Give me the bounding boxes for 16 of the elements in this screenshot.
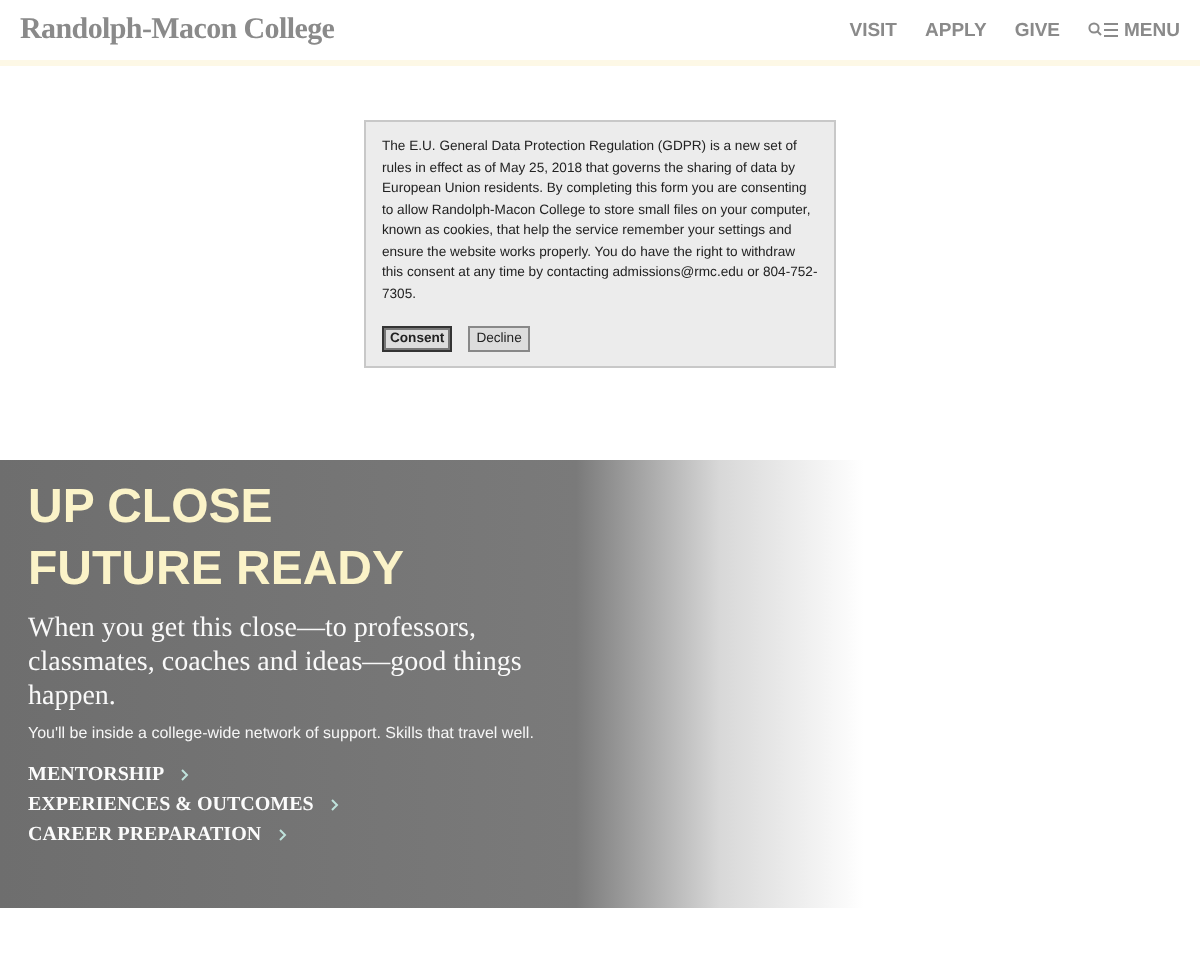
chevron-icon [329,798,340,812]
hero-link[interactable]: MENTORSHIP [28,760,1172,790]
hero-link[interactable]: CAREER PREPARATION [28,820,1172,850]
college-logo[interactable]: Randolph-Macon College [20,13,335,47]
hero-lead: When you get this close—to professors, classmates, coaches and ideas—good things happen. [28,612,524,714]
nav-link[interactable]: VISIT [849,19,897,41]
hero-headline: FUTURE READY [28,540,407,600]
chevron-icon [277,828,288,842]
nav-link[interactable]: APPLY [925,19,987,41]
hero-link[interactable]: EXPERIENCES & OUTCOMES [28,790,1172,820]
nav-link[interactable]: GIVE [1014,19,1061,41]
hero-body: You'll be inside a college-wide network of support. Skills that travel well. [28,722,536,744]
menu-button[interactable]: MENU [1088,19,1180,41]
chevron-icon [180,768,191,782]
search-menu-icon [1088,22,1121,38]
hero-headline: UP CLOSE [28,478,275,538]
